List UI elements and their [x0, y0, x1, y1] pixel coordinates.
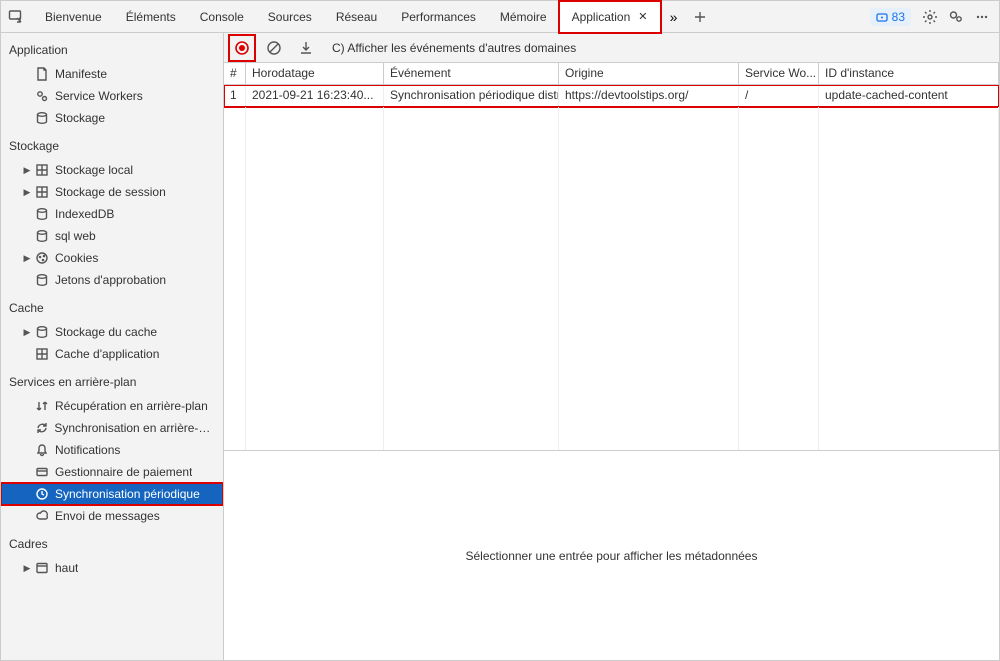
col-instance[interactable]: ID d'instance	[819, 63, 999, 84]
sidebar-item-periodic-sync[interactable]: Synchronisation périodique	[1, 483, 223, 505]
add-tab-icon[interactable]	[687, 4, 713, 30]
card-icon	[33, 465, 51, 479]
grid-lines	[224, 107, 999, 450]
chevron-right-icon: ▶	[21, 563, 33, 574]
sidebar-item-notifications[interactable]: Notifications	[1, 439, 223, 461]
cloud-icon	[33, 509, 51, 523]
table-row[interactable]: 1 2021-09-21 16:23:40... Synchronisation…	[224, 85, 999, 107]
issues-count: 83	[892, 10, 905, 24]
tab-label: Mémoire	[500, 10, 547, 24]
cell-sw: /	[739, 85, 819, 107]
database-icon	[33, 111, 51, 125]
section-storage: Stockage	[1, 129, 223, 159]
sidebar-item-service-workers[interactable]: Service Workers	[1, 85, 223, 107]
sidebar-item-session-storage[interactable]: ▶Stockage de session	[1, 181, 223, 203]
database-icon	[33, 325, 51, 339]
more-tabs-icon[interactable]: »	[661, 4, 687, 30]
table-body: 1 2021-09-21 16:23:40... Synchronisation…	[224, 85, 999, 450]
section-application: Application	[1, 33, 223, 63]
chevron-right-icon: ▶	[21, 187, 33, 198]
tab-label: Console	[200, 10, 244, 24]
events-toolbar: C) Afficher les événements d'autres doma…	[224, 33, 999, 63]
section-frames: Cadres	[1, 527, 223, 557]
sidebar-item-cache-storage[interactable]: ▶Stockage du cache	[1, 321, 223, 343]
detail-pane: Sélectionner une entrée pour afficher le…	[224, 450, 999, 660]
sidebar-item-payment[interactable]: Gestionnaire de paiement	[1, 461, 223, 483]
sidebar-item-bg-fetch[interactable]: Récupération en arrière-plan	[1, 395, 223, 417]
chevron-right-icon: ▶	[21, 165, 33, 176]
clear-button[interactable]	[262, 36, 286, 60]
transfer-icon	[33, 399, 51, 413]
sidebar-item-websql[interactable]: sql web	[1, 225, 223, 247]
close-icon[interactable]: ✕	[638, 10, 647, 23]
sidebar-item-push[interactable]: Envoi de messages	[1, 505, 223, 527]
tab-label: Application	[572, 10, 631, 24]
tab-elements[interactable]: Éléments	[114, 1, 188, 33]
events-table: # Horodatage Événement Origine Service W…	[224, 63, 999, 660]
grid-icon	[33, 185, 51, 199]
window-icon	[33, 561, 51, 575]
tab-performance[interactable]: Performances	[389, 1, 488, 33]
document-icon	[33, 67, 51, 81]
tab-console[interactable]: Console	[188, 1, 256, 33]
sidebar-item-manifest[interactable]: Manifeste	[1, 63, 223, 85]
tab-bienvenue[interactable]: Bienvenue	[33, 1, 114, 33]
cell-index: 1	[224, 85, 246, 107]
devtools-tabstrip: Bienvenue Éléments Console Sources Résea…	[1, 1, 999, 33]
col-event[interactable]: Événement	[384, 63, 559, 84]
tab-label: Réseau	[336, 10, 377, 24]
sidebar-item-app-cache[interactable]: Cache d'application	[1, 343, 223, 365]
download-button[interactable]	[294, 36, 318, 60]
database-icon	[33, 207, 51, 221]
tab-label: Bienvenue	[45, 10, 102, 24]
inspect-icon[interactable]	[5, 6, 27, 28]
chevron-right-icon: ▶	[21, 253, 33, 264]
sidebar-item-cookies[interactable]: ▶Cookies	[1, 247, 223, 269]
col-origin[interactable]: Origine	[559, 63, 739, 84]
issues-badge[interactable]: 83	[870, 8, 911, 26]
application-sidebar: Application Manifeste Service Workers St…	[1, 33, 224, 660]
col-timestamp[interactable]: Horodatage	[246, 63, 384, 84]
cookie-icon	[33, 251, 51, 265]
sidebar-item-bg-sync[interactable]: Synchronisation en arrière-plan	[1, 417, 223, 439]
sidebar-item-trust-tokens[interactable]: Jetons d'approbation	[1, 269, 223, 291]
record-button[interactable]	[230, 36, 254, 60]
clock-icon	[33, 487, 51, 501]
tab-network[interactable]: Réseau	[324, 1, 389, 33]
cell-origin: https://devtoolstips.org/	[559, 85, 739, 107]
feedback-icon[interactable]	[943, 4, 969, 30]
overflow-icon[interactable]	[969, 4, 995, 30]
sidebar-item-local-storage[interactable]: ▶Stockage local	[1, 159, 223, 181]
content-pane: C) Afficher les événements d'autres doma…	[224, 33, 999, 660]
tab-memory[interactable]: Mémoire	[488, 1, 559, 33]
sidebar-item-indexeddb[interactable]: IndexedDB	[1, 203, 223, 225]
cell-instance: update-cached-content	[819, 85, 999, 107]
main-split: Application Manifeste Service Workers St…	[1, 33, 999, 660]
tab-label: Performances	[401, 10, 476, 24]
gears-icon	[33, 89, 51, 103]
cell-event: Synchronisation périodique distribuée...	[384, 85, 559, 107]
bell-icon	[33, 443, 51, 457]
other-domains-label: C) Afficher les événements d'autres doma…	[332, 41, 576, 55]
section-cache: Cache	[1, 291, 223, 321]
table-header: # Horodatage Événement Origine Service W…	[224, 63, 999, 85]
cell-timestamp: 2021-09-21 16:23:40...	[246, 85, 384, 107]
col-index[interactable]: #	[224, 63, 246, 84]
chevron-right-icon: ▶	[21, 327, 33, 338]
tab-sources[interactable]: Sources	[256, 1, 324, 33]
tab-label: Sources	[268, 10, 312, 24]
database-icon	[33, 229, 51, 243]
sidebar-item-top-frame[interactable]: ▶haut	[1, 557, 223, 579]
section-background: Services en arrière-plan	[1, 365, 223, 395]
tab-label: Éléments	[126, 10, 176, 24]
sidebar-item-storage[interactable]: Stockage	[1, 107, 223, 129]
database-icon	[33, 273, 51, 287]
settings-icon[interactable]	[917, 4, 943, 30]
tab-application[interactable]: Application ✕	[559, 1, 661, 33]
detail-placeholder: Sélectionner une entrée pour afficher le…	[466, 549, 758, 563]
col-sw[interactable]: Service Wo...	[739, 63, 819, 84]
grid-icon	[33, 347, 51, 361]
sync-icon	[33, 421, 50, 435]
grid-icon	[33, 163, 51, 177]
